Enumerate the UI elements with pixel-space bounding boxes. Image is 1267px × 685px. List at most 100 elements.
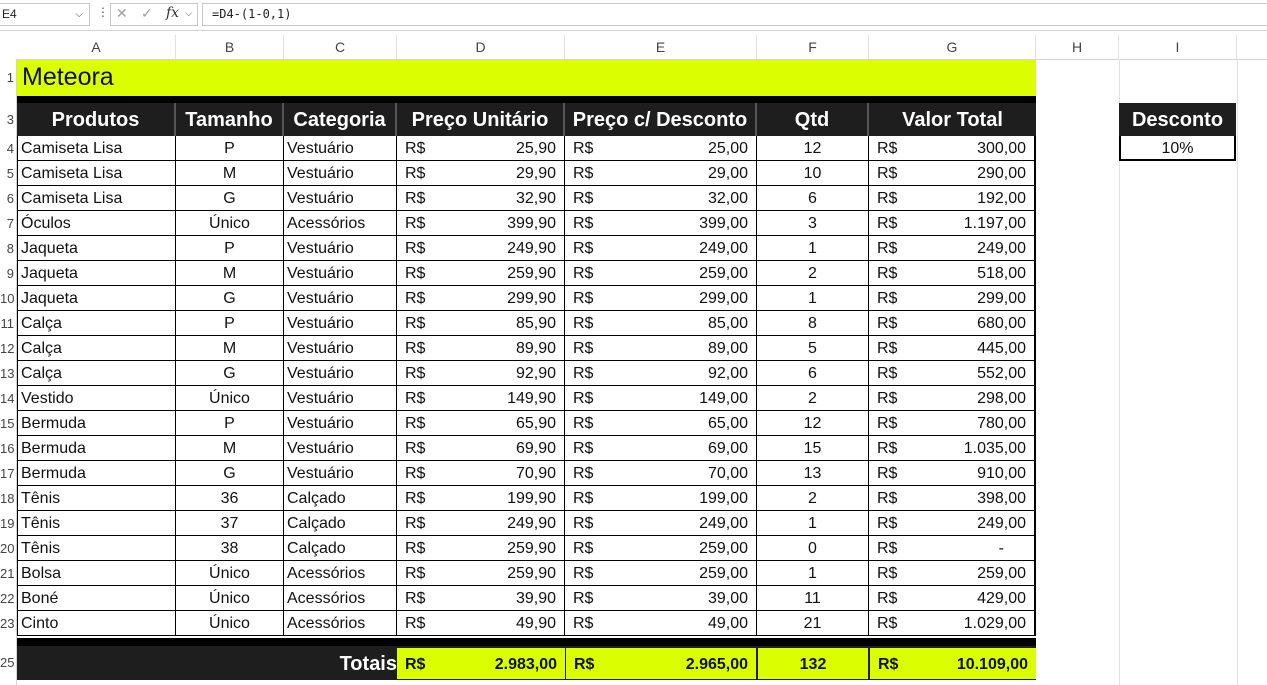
cancel-icon[interactable]: ✕	[116, 5, 128, 22]
tamanho-cell[interactable]: G	[176, 361, 284, 386]
qtd-cell[interactable]: 1	[757, 511, 869, 536]
row-header[interactable]: 5	[0, 161, 16, 186]
row-header[interactable]: 12	[0, 336, 16, 361]
qtd-cell[interactable]: 0	[757, 536, 869, 561]
formula-input[interactable]: =D4-(1-0,1)	[202, 3, 1267, 26]
produto-cell[interactable]: Óculos	[17, 211, 176, 236]
valor-total-cell[interactable]: R$ 1.197,00	[869, 211, 1036, 236]
column-header-i[interactable]: I	[1119, 35, 1237, 59]
tamanho-cell[interactable]: G	[176, 286, 284, 311]
categoria-cell[interactable]: Acessórios	[284, 561, 397, 586]
tamanho-cell[interactable]: 37	[176, 511, 284, 536]
tamanho-cell[interactable]: M	[176, 261, 284, 286]
categoria-cell[interactable]: Acessórios	[284, 211, 397, 236]
valor-total-cell[interactable]: R$ 192,00	[869, 186, 1036, 211]
total-valor-total[interactable]: R$ 10.109,00	[870, 648, 1036, 679]
preco-unitario-cell[interactable]: R$ 149,90	[397, 386, 565, 411]
produto-cell[interactable]: Camiseta Lisa	[17, 186, 176, 211]
produto-cell[interactable]: Tênis	[17, 536, 176, 561]
produto-cell[interactable]: Cinto	[17, 611, 176, 636]
column-header-h[interactable]: H	[1036, 35, 1119, 59]
row-header[interactable]: 14	[0, 386, 16, 411]
categoria-cell[interactable]: Acessórios	[284, 586, 397, 611]
total-preco-desconto[interactable]: R$ 2.965,00	[566, 648, 756, 679]
preco-desconto-cell[interactable]: R$ 89,00	[565, 336, 757, 361]
produto-cell[interactable]: Bermuda	[17, 461, 176, 486]
header-valor-total[interactable]: Valor Total	[869, 103, 1036, 136]
header-qtd[interactable]: Qtd	[757, 103, 869, 136]
header-preco-desconto[interactable]: Preço c/ Desconto	[565, 103, 757, 136]
tamanho-cell[interactable]: Único	[176, 386, 284, 411]
qtd-cell[interactable]: 6	[757, 361, 869, 386]
header-produtos[interactable]: Produtos	[17, 103, 176, 136]
valor-total-cell[interactable]: R$ 290,00	[869, 161, 1036, 186]
qtd-cell[interactable]: 2	[757, 386, 869, 411]
preco-desconto-cell[interactable]: R$ 29,00	[565, 161, 757, 186]
tamanho-cell[interactable]: M	[176, 161, 284, 186]
produto-cell[interactable]: Jaqueta	[17, 261, 176, 286]
row-header[interactable]: 15	[0, 411, 16, 436]
qtd-cell[interactable]: 1	[757, 236, 869, 261]
preco-unitario-cell[interactable]: R$ 249,90	[397, 236, 565, 261]
tamanho-cell[interactable]: M	[176, 436, 284, 461]
produto-cell[interactable]: Boné	[17, 586, 176, 611]
preco-unitario-cell[interactable]: R$ 299,90	[397, 286, 565, 311]
valor-total-cell[interactable]: R$ 680,00	[869, 311, 1036, 336]
tamanho-cell[interactable]: M	[176, 336, 284, 361]
valor-total-cell[interactable]: R$ 780,00	[869, 411, 1036, 436]
valor-total-cell[interactable]: R$ 300,00	[869, 136, 1036, 161]
preco-unitario-cell[interactable]: R$ 259,90	[397, 536, 565, 561]
preco-desconto-cell[interactable]: R$ 49,00	[565, 611, 757, 636]
column-header-d[interactable]: D	[397, 35, 565, 59]
produto-cell[interactable]: Calça	[17, 336, 176, 361]
qtd-cell[interactable]: 2	[757, 261, 869, 286]
preco-unitario-cell[interactable]: R$ 69,90	[397, 436, 565, 461]
produto-cell[interactable]: Camiseta Lisa	[17, 136, 176, 161]
preco-desconto-cell[interactable]: R$ 259,00	[565, 536, 757, 561]
preco-desconto-cell[interactable]: R$ 69,00	[565, 436, 757, 461]
row-header[interactable]: 9	[0, 261, 16, 286]
produto-cell[interactable]: Jaqueta	[17, 236, 176, 261]
categoria-cell[interactable]: Acessórios	[284, 611, 397, 636]
preco-unitario-cell[interactable]: R$ 85,90	[397, 311, 565, 336]
row-header[interactable]: 8	[0, 236, 16, 261]
total-preco-unitario[interactable]: R$ 2.983,00	[397, 648, 565, 679]
categoria-cell[interactable]: Vestuário	[284, 161, 397, 186]
preco-desconto-cell[interactable]: R$ 85,00	[565, 311, 757, 336]
row-header[interactable]: 1	[0, 60, 16, 96]
preco-unitario-cell[interactable]: R$ 92,90	[397, 361, 565, 386]
preco-desconto-cell[interactable]: R$ 199,00	[565, 486, 757, 511]
qtd-cell[interactable]: 1	[757, 561, 869, 586]
qtd-cell[interactable]: 5	[757, 336, 869, 361]
valor-total-cell[interactable]: R$ 299,00	[869, 286, 1036, 311]
valor-total-cell[interactable]: R$ 1.035,00	[869, 436, 1036, 461]
produto-cell[interactable]: Bermuda	[17, 436, 176, 461]
tamanho-cell[interactable]: P	[176, 236, 284, 261]
preco-unitario-cell[interactable]: R$ 32,90	[397, 186, 565, 211]
header-tamanho[interactable]: Tamanho	[176, 103, 284, 136]
header-preco-unitario[interactable]: Preço Unitário	[397, 103, 565, 136]
qtd-cell[interactable]: 12	[757, 411, 869, 436]
categoria-cell[interactable]: Vestuário	[284, 261, 397, 286]
row-header[interactable]: 21	[0, 561, 16, 586]
produto-cell[interactable]: Bolsa	[17, 561, 176, 586]
qtd-cell[interactable]: 3	[757, 211, 869, 236]
desconto-header[interactable]: Desconto	[1119, 103, 1236, 136]
preco-desconto-cell[interactable]: R$ 249,00	[565, 511, 757, 536]
sheet-title[interactable]: Meteora	[22, 63, 114, 92]
tamanho-cell[interactable]: Único	[176, 611, 284, 636]
column-header-f[interactable]: F	[757, 35, 869, 59]
row-header[interactable]: 20	[0, 536, 16, 561]
produto-cell[interactable]: Vestido	[17, 386, 176, 411]
row-header[interactable]: 18	[0, 486, 16, 511]
row-header[interactable]: 6	[0, 186, 16, 211]
valor-total-cell[interactable]: R$ 518,00	[869, 261, 1036, 286]
valor-total-cell[interactable]: R$ 445,00	[869, 336, 1036, 361]
categoria-cell[interactable]: Calçado	[284, 536, 397, 561]
column-header-b[interactable]: B	[176, 35, 284, 59]
categoria-cell[interactable]: Vestuário	[284, 136, 397, 161]
categoria-cell[interactable]: Vestuário	[284, 361, 397, 386]
name-box[interactable]: E4 ⌵	[0, 3, 90, 26]
categoria-cell[interactable]: Calçado	[284, 486, 397, 511]
preco-desconto-cell[interactable]: R$ 259,00	[565, 261, 757, 286]
